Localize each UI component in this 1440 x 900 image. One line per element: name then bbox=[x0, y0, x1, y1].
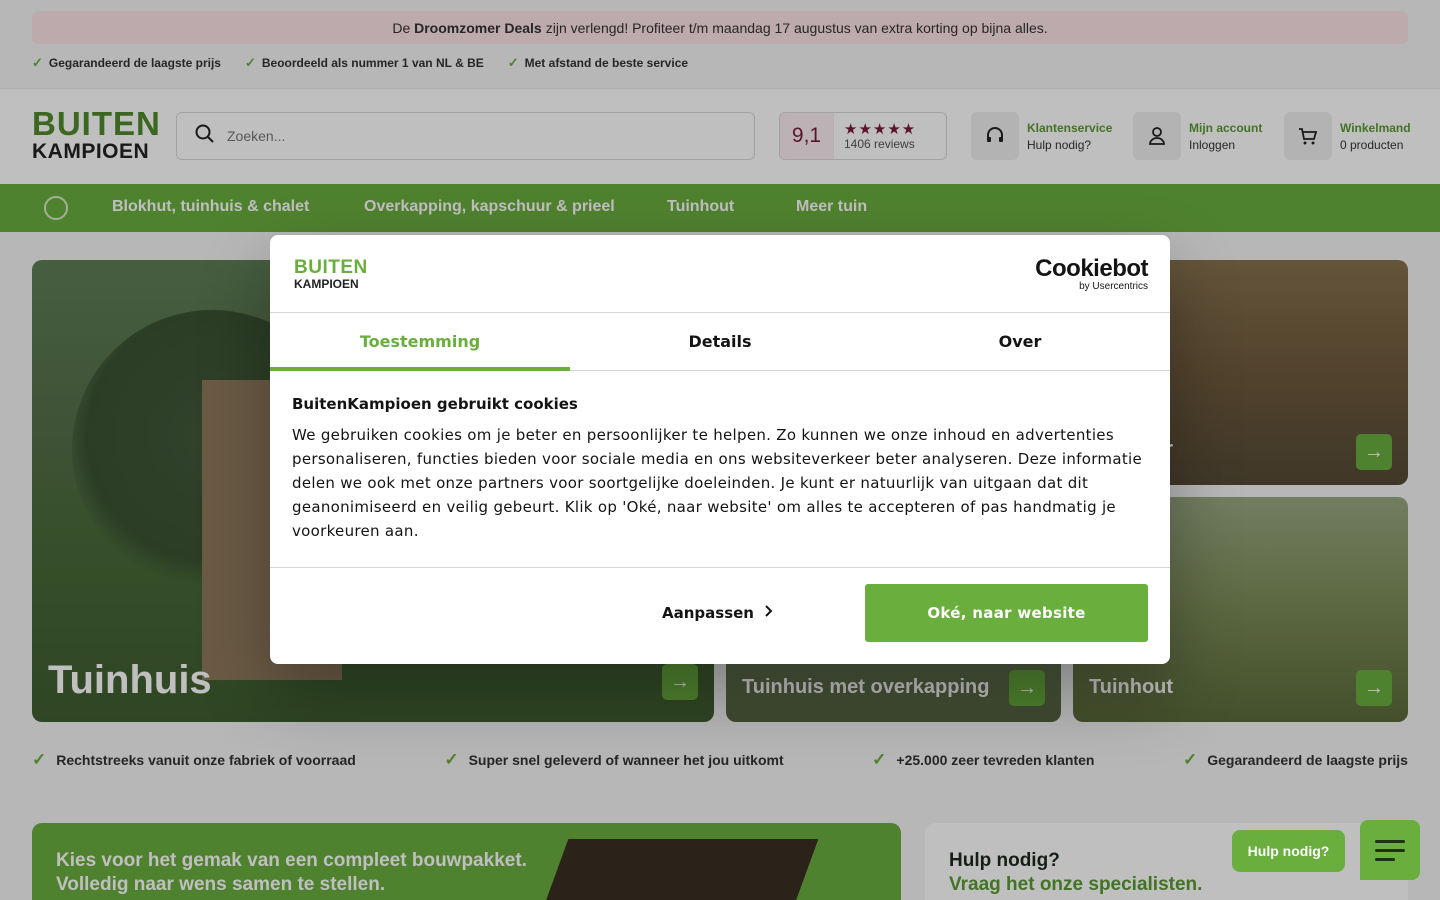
customize-button[interactable]: Aanpassen bbox=[648, 584, 788, 642]
cookie-dialog-footer: Aanpassen Oké, naar website bbox=[270, 568, 1170, 663]
chat-menu-icon[interactable] bbox=[1360, 820, 1420, 880]
cookie-logo-line-1: BUITEN bbox=[294, 257, 368, 278]
cookie-dialog: BUITEN KAMPIOEN Cookiebot by Usercentric… bbox=[270, 235, 1170, 664]
cookie-logo-line-2: KAMPIOEN bbox=[294, 277, 359, 291]
accept-all-button[interactable]: Oké, naar website bbox=[865, 584, 1148, 642]
cookiebot-sub: by Usercentrics bbox=[1079, 281, 1148, 292]
chat-help-pill[interactable]: Hulp nodig? bbox=[1232, 830, 1345, 872]
cookiebot-logo[interactable]: Cookiebot by Usercentrics bbox=[1035, 257, 1148, 293]
cookie-dialog-header: BUITEN KAMPIOEN Cookiebot by Usercentric… bbox=[270, 235, 1170, 313]
customize-label: Aanpassen bbox=[662, 604, 754, 622]
cookie-body-text: We gebruiken cookies om je beter en pers… bbox=[292, 426, 1143, 540]
tab-details[interactable]: Details bbox=[570, 313, 870, 370]
tab-over[interactable]: Over bbox=[870, 313, 1170, 370]
cookiebot-name: Cookiebot bbox=[1035, 255, 1148, 282]
cookie-dialog-logo: BUITEN KAMPIOEN bbox=[294, 257, 368, 291]
cookie-heading: BuitenKampioen gebruikt cookies bbox=[292, 395, 578, 413]
cookie-dialog-body: BuitenKampioen gebruikt cookies We gebru… bbox=[270, 371, 1170, 568]
tab-toestemming[interactable]: Toestemming bbox=[270, 313, 570, 371]
chevron-right-icon bbox=[764, 604, 774, 622]
cookie-tabs: Toestemming Details Over bbox=[270, 313, 1170, 371]
